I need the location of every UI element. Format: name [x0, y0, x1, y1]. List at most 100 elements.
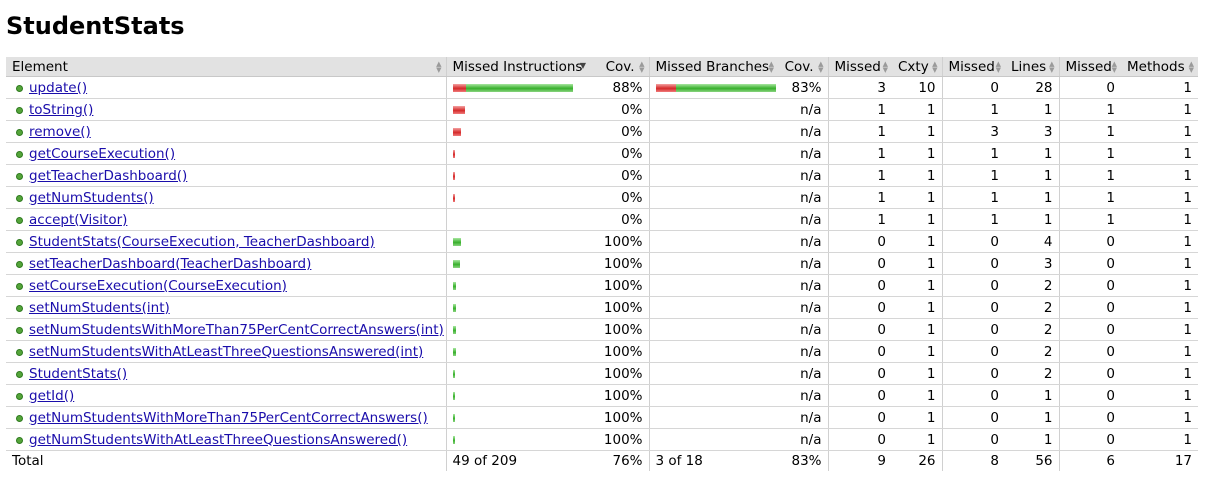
element-cell: toString() [6, 98, 446, 121]
instructions-coverage-bar [452, 237, 461, 246]
method-link[interactable]: getTeacherDashboard() [29, 168, 187, 184]
method-link[interactable]: setNumStudents(int) [29, 300, 170, 316]
complexity: 10 [892, 76, 942, 99]
branches-coverage: n/a [778, 428, 828, 451]
covered-bar-segment [452, 237, 461, 246]
complexity: 1 [892, 340, 942, 363]
methods: 1 [1121, 98, 1198, 121]
instructions-coverage: 100% [590, 252, 649, 275]
instructions-bar-cell [445, 120, 590, 143]
sort-icon: ▲ ▼ [995, 60, 1001, 74]
covered-bar-segment [452, 435, 455, 444]
methods: 1 [1121, 230, 1198, 253]
instructions-coverage: 0% [590, 120, 649, 143]
method-link[interactable]: getId() [29, 388, 74, 404]
method-link[interactable]: getNumStudents() [29, 190, 154, 206]
method-link[interactable]: setTeacherDashboard(TeacherDashboard) [29, 256, 311, 272]
missed-complexity: 0 [827, 318, 892, 341]
table-row: setTeacherDashboard(TeacherDashboard) 100… [6, 252, 1198, 275]
col-header-missed-branches[interactable]: Missed Branches ▲ ▼ [648, 57, 778, 77]
instructions-coverage-bar [452, 127, 461, 136]
instructions-bar-cell [445, 318, 590, 341]
branches-bar-cell [648, 274, 778, 297]
branches-bar-cell [648, 252, 778, 275]
method-link[interactable]: remove() [29, 124, 91, 140]
col-header-missed-methods[interactable]: Missed ▲ ▼ [1058, 57, 1121, 77]
col-header-instr-cov-label: Cov. [605, 58, 635, 75]
col-header-missed-lines[interactable]: Missed ▲ ▼ [941, 57, 1005, 77]
missed-complexity: 0 [827, 384, 892, 407]
instructions-coverage-bar [452, 347, 456, 356]
table-row: getCourseExecution() 0% n/a 1 1 1 1 1 1 [6, 142, 1198, 165]
instructions-coverage: 100% [590, 274, 649, 297]
complexity: 1 [892, 362, 942, 385]
method-link[interactable]: getNumStudentsWithMoreThan75PerCentCorre… [29, 410, 428, 426]
branches-bar-cell [648, 208, 778, 231]
header-row: Element ▲ ▼ Missed Instructions ▼ Cov. ▲ ▼ Mi… [6, 57, 1198, 77]
col-header-element[interactable]: Element ▲ ▼ [6, 57, 446, 77]
branches-coverage: n/a [778, 98, 828, 121]
instructions-coverage: 0% [590, 164, 649, 187]
missed-complexity: 0 [827, 362, 892, 385]
table-body: update() 88% 83% 3 10 0 28 0 1 toString() 0% n/a 1 1 1… [6, 76, 1198, 451]
method-icon [16, 304, 23, 312]
instructions-coverage-bar [452, 369, 455, 378]
method-link[interactable]: setCourseExecution(CourseExecution) [29, 278, 287, 294]
branches-bar-cell [648, 340, 778, 363]
element-cell: setNumStudentsWithAtLeastThreeQuestionsA… [6, 340, 446, 363]
col-header-branch-cov[interactable]: Cov. ▲ ▼ [778, 57, 828, 77]
lines: 28 [1005, 76, 1059, 99]
col-header-missed-instructions[interactable]: Missed Instructions ▼ [445, 57, 590, 77]
branches-coverage: n/a [778, 362, 828, 385]
col-header-cxty[interactable]: Cxty ▲ ▼ [892, 57, 942, 77]
missed-methods: 0 [1058, 230, 1121, 253]
covered-bar-segment [452, 369, 455, 378]
method-link[interactable]: setNumStudentsWithAtLeastThreeQuestionsA… [29, 344, 423, 360]
missed-lines: 1 [941, 164, 1005, 187]
element-cell: getNumStudentsWithMoreThan75PerCentCorre… [6, 406, 446, 429]
col-header-instr-cov[interactable]: Cov. ▲ ▼ [590, 57, 649, 77]
method-link[interactable]: setNumStudentsWithMoreThan75PerCentCorre… [29, 322, 444, 338]
col-header-missed-cxty[interactable]: Missed ▲ ▼ [827, 57, 892, 77]
element-cell: getNumStudents() [6, 186, 446, 209]
col-header-lines[interactable]: Lines ▲ ▼ [1005, 57, 1059, 77]
branches-coverage: n/a [778, 230, 828, 253]
complexity: 1 [892, 120, 942, 143]
methods: 1 [1121, 362, 1198, 385]
col-header-methods[interactable]: Methods ▲ ▼ [1121, 57, 1198, 77]
instructions-coverage: 0% [590, 142, 649, 165]
table-row: remove() 0% n/a 1 1 3 3 1 1 [6, 120, 1198, 143]
lines: 1 [1005, 384, 1059, 407]
method-link[interactable]: StudentStats() [29, 366, 127, 382]
branches-coverage: n/a [778, 142, 828, 165]
complexity: 1 [892, 186, 942, 209]
instructions-coverage: 100% [590, 362, 649, 385]
method-link[interactable]: update() [29, 80, 87, 96]
missed-lines: 1 [941, 98, 1005, 121]
missed-bar-segment [452, 127, 461, 136]
element-cell: setNumStudentsWithMoreThan75PerCentCorre… [6, 318, 446, 341]
instructions-coverage: 0% [590, 98, 649, 121]
lines: 1 [1005, 208, 1059, 231]
method-link[interactable]: getNumStudentsWithAtLeastThreeQuestionsA… [29, 432, 407, 448]
missed-methods: 0 [1058, 296, 1121, 319]
instructions-coverage-bar [452, 171, 455, 180]
element-cell: setCourseExecution(CourseExecution) [6, 274, 446, 297]
coverage-table: Element ▲ ▼ Missed Instructions ▼ Cov. ▲ ▼ Mi… [6, 57, 1198, 471]
element-cell: getTeacherDashboard() [6, 164, 446, 187]
sort-icon: ▲ ▼ [882, 60, 888, 74]
total-instructions: 49 of 209 [445, 450, 590, 471]
covered-bar-segment [465, 83, 573, 92]
method-icon [16, 414, 23, 422]
table-row: setNumStudentsWithMoreThan75PerCentCorre… [6, 318, 1198, 341]
table-row: StudentStats(CourseExecution, TeacherDas… [6, 230, 1198, 253]
method-link[interactable]: getCourseExecution() [29, 146, 175, 162]
sort-icon: ▲ ▼ [436, 60, 442, 74]
method-link[interactable]: accept(Visitor) [29, 212, 127, 228]
branches-bar-cell [648, 186, 778, 209]
method-link[interactable]: toString() [29, 102, 93, 118]
total-cxty: 26 [892, 450, 942, 471]
method-link[interactable]: StudentStats(CourseExecution, TeacherDas… [29, 234, 375, 250]
method-icon [16, 260, 23, 268]
branches-coverage: n/a [778, 340, 828, 363]
